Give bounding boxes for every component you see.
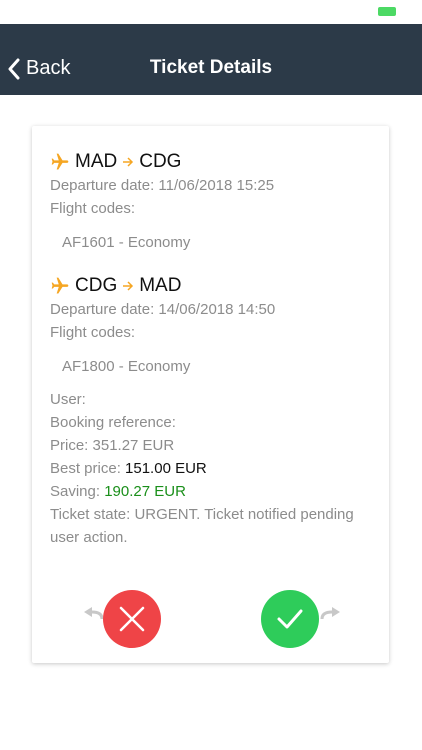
best-price-value: 151.00 EUR [125, 460, 207, 477]
navigation-bar: Back Ticket Details [0, 24, 422, 95]
ticket-info: User: Booking reference: Price: 351.27 E… [50, 388, 370, 549]
flight-codes-label: Flight codes: [50, 324, 136, 341]
saving-value: 190.27 EUR [104, 483, 186, 500]
price-text: Price: 351.27 EUR [50, 437, 175, 454]
flight-codes-label: Flight codes: [50, 200, 136, 217]
destination-code: MAD [139, 275, 182, 296]
user-label: User: [50, 391, 86, 408]
reject-button[interactable] [103, 590, 161, 648]
origin-code: CDG [75, 275, 118, 296]
swipe-left-icon [84, 607, 104, 620]
battery-icon [378, 7, 396, 16]
flight-outbound: MAD CDG Departure date: 11/06/2018 15:25… [50, 150, 370, 251]
origin-code: MAD [75, 151, 118, 172]
booking-reference-label: Booking reference: [50, 414, 176, 431]
saving-label: Saving: [50, 483, 105, 500]
departure-date: Departure date: 14/06/2018 14:50 [50, 301, 276, 318]
swipe-right-icon [320, 607, 340, 620]
check-icon [277, 609, 303, 629]
flight-route: CDG MAD [50, 274, 370, 298]
flight-route: MAD CDG [50, 150, 370, 174]
flight-return: CDG MAD Departure date: 14/06/2018 14:50… [50, 274, 370, 375]
destination-code: CDG [139, 151, 182, 172]
close-icon [119, 606, 145, 632]
status-bar [0, 0, 422, 24]
airplane-icon [50, 152, 70, 172]
page-title: Ticket Details [149, 57, 273, 78]
best-price-row: Best price: 151.00 EUR [50, 457, 370, 480]
accept-button[interactable] [261, 590, 319, 648]
flight-code: AF1800 - Economy [62, 358, 191, 375]
ticket-state: Ticket state: URGENT. Ticket notified pe… [50, 506, 354, 546]
best-price-label: Best price: [50, 460, 126, 477]
departure-date: Departure date: 11/06/2018 15:25 [50, 177, 275, 194]
ticket-card: MAD CDG Departure date: 11/06/2018 15:25… [32, 126, 389, 663]
arrow-right-icon [122, 281, 134, 291]
flight-code: AF1601 - Economy [62, 234, 191, 251]
airplane-icon [50, 276, 70, 296]
arrow-right-icon [122, 157, 134, 167]
saving-row: Saving: 190.27 EUR [50, 480, 370, 503]
